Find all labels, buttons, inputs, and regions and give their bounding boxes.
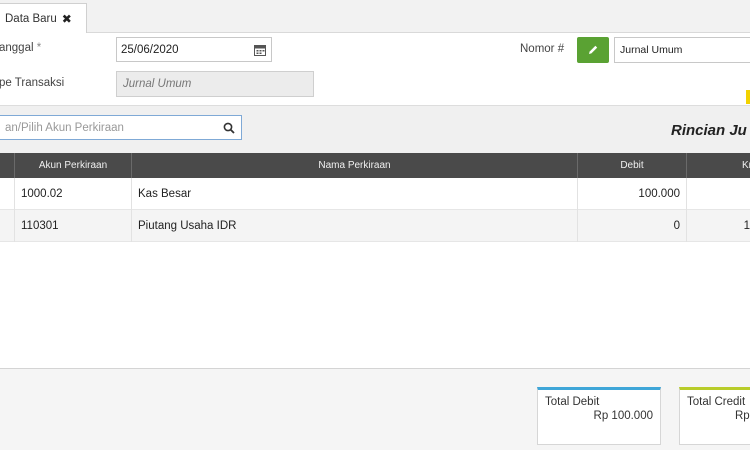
totals-footer: Total Debit Rp 100.000 Total Credit Rp: [0, 368, 750, 450]
tanggal-label: anggal *: [0, 42, 41, 54]
header-kredit[interactable]: Kredi: [687, 153, 750, 178]
header-nama[interactable]: Nama Perkiraan: [132, 153, 578, 178]
cell-nama[interactable]: Kas Besar: [132, 178, 578, 210]
total-credit-value: Rp: [735, 410, 750, 422]
header-row-number: [0, 153, 15, 178]
tanggal-label-text: anggal: [0, 42, 34, 54]
status-marker: [746, 90, 750, 104]
total-credit-card: Total Credit Rp: [679, 387, 750, 445]
row-handle[interactable]: [0, 210, 15, 242]
cell-akun[interactable]: 1000.02: [15, 178, 132, 210]
total-debit-label: Total Debit: [545, 396, 600, 408]
table-row[interactable]: 110301 Piutang Usaha IDR 0 1: [0, 210, 750, 242]
journal-grid: Akun Perkiraan Nama Perkiraan Debit Kred…: [0, 153, 750, 368]
edit-nomor-button[interactable]: [577, 37, 609, 63]
tanggal-value: 25/06/2020: [121, 43, 179, 56]
cell-kredit[interactable]: 1: [687, 210, 750, 242]
calendar-icon[interactable]: [254, 44, 266, 56]
cell-akun[interactable]: 110301: [15, 210, 132, 242]
cell-kredit[interactable]: [687, 178, 750, 210]
tab-data-baru[interactable]: Data Baru ✖: [0, 3, 87, 34]
header-debit[interactable]: Debit: [578, 153, 687, 178]
section-title: Rincian Ju: [671, 122, 747, 139]
tipe-transaksi-field: Jurnal Umum: [116, 71, 314, 97]
cell-nama[interactable]: Piutang Usaha IDR: [132, 210, 578, 242]
tipe-transaksi-label: pe Transaksi: [0, 77, 65, 89]
tab-bar: Data Baru ✖: [0, 0, 750, 34]
search-placeholder: an/Pilih Akun Perkiraan: [5, 121, 124, 134]
akun-search-input[interactable]: an/Pilih Akun Perkiraan: [0, 115, 242, 140]
nomor-value: Jurnal Umum: [620, 44, 683, 56]
tipe-transaksi-value: Jurnal Umum: [123, 78, 192, 90]
cell-debit[interactable]: 0: [578, 210, 687, 242]
nomor-label: Nomor #: [520, 43, 565, 55]
table-row[interactable]: 1000.02 Kas Besar 100.000: [0, 178, 750, 210]
nomor-input[interactable]: Jurnal Umum: [614, 37, 750, 63]
total-debit-card: Total Debit Rp 100.000: [537, 387, 661, 445]
pencil-icon: [589, 45, 598, 54]
total-debit-value: Rp 100.000: [593, 410, 653, 422]
close-icon[interactable]: ✖: [62, 12, 72, 26]
transaction-form: anggal * 25/06/2020 pe Transaksi Jurnal …: [0, 33, 750, 105]
tab-label: Data Baru: [5, 13, 57, 25]
detail-section-header: an/Pilih Akun Perkiraan Rincian Ju: [0, 105, 750, 153]
grid-header: Akun Perkiraan Nama Perkiraan Debit Kred…: [0, 153, 750, 178]
total-credit-label: Total Credit: [687, 396, 746, 408]
search-icon[interactable]: [223, 122, 235, 134]
required-marker: *: [36, 42, 42, 54]
cell-debit[interactable]: 100.000: [578, 178, 687, 210]
tanggal-input[interactable]: 25/06/2020: [116, 37, 272, 62]
row-handle[interactable]: [0, 178, 15, 210]
header-akun[interactable]: Akun Perkiraan: [15, 153, 132, 178]
